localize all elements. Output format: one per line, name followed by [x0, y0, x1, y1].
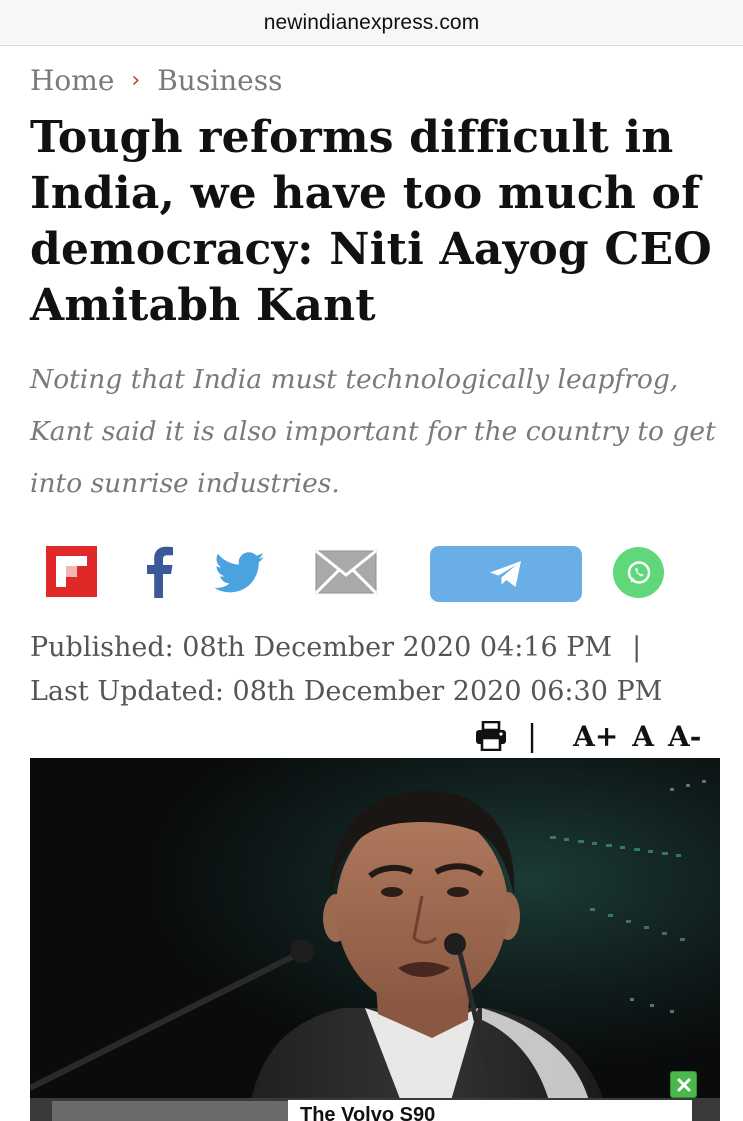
email-share-button[interactable] [314, 549, 378, 595]
breadcrumb-section-link[interactable]: Business [157, 64, 282, 97]
article-hero-image [30, 758, 720, 1104]
telegram-icon [490, 561, 521, 587]
flipboard-icon [46, 546, 97, 597]
flipboard-share-button[interactable] [46, 546, 97, 597]
mail-icon [314, 549, 378, 595]
published-date: Published: 08th December 2020 04:16 PM [30, 632, 613, 663]
breadcrumb: Home › Business [30, 60, 283, 100]
twitter-share-button[interactable] [214, 552, 266, 594]
telegram-share-button[interactable] [430, 546, 582, 602]
ad-thumbnail [52, 1101, 288, 1121]
breadcrumb-home-link[interactable]: Home [30, 64, 114, 97]
ad-close-button[interactable] [670, 1071, 697, 1098]
whatsapp-share-button[interactable] [613, 547, 664, 598]
article-headline: Tough reforms difficult in India, we hav… [30, 112, 712, 331]
facebook-share-button[interactable] [138, 546, 182, 598]
font-decrease-button[interactable]: A- [668, 720, 701, 753]
tools-divider: | [527, 718, 538, 754]
twitter-icon [214, 552, 265, 593]
published-line: Published: 08th December 2020 04:16 PM | [30, 626, 730, 670]
speaker-photo [30, 758, 720, 1104]
whatsapp-icon [627, 560, 650, 584]
updated-date: Last Updated: 08th December 2020 06:30 P… [30, 676, 663, 707]
font-default-button[interactable]: A [632, 720, 654, 753]
article-dates: Published: 08th December 2020 04:16 PM | … [30, 626, 730, 714]
print-icon[interactable] [475, 721, 507, 751]
facebook-icon [147, 546, 173, 598]
article-summary: Noting that India must technologically l… [30, 364, 716, 499]
ad-banner[interactable]: The Volvo S90 [30, 1098, 720, 1121]
close-icon [677, 1078, 690, 1091]
address-bar[interactable]: newindianexpress.com [0, 0, 743, 46]
date-separator: | [632, 632, 642, 663]
font-increase-button[interactable]: A+ [573, 720, 618, 753]
chevron-right-icon: › [131, 67, 141, 93]
article-tools: | A+ A A- [475, 716, 701, 756]
ad-card[interactable]: The Volvo S90 [288, 1100, 692, 1121]
url-text: newindianexpress.com [263, 10, 480, 34]
ad-title: The Volvo S90 [300, 1104, 436, 1121]
